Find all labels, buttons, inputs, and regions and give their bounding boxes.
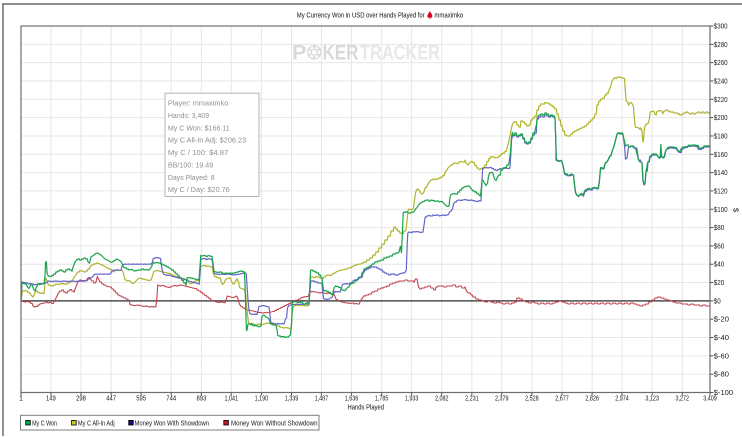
svg-text:KER: KER	[323, 41, 359, 65]
svg-text:1,190: 1,190	[255, 393, 269, 402]
svg-text:Player: mmaximko: Player: mmaximko	[168, 99, 228, 108]
svg-text:1,339: 1,339	[285, 393, 299, 402]
svg-text:1: 1	[19, 393, 23, 402]
svg-text:$100: $100	[714, 205, 728, 214]
svg-text:$180: $180	[714, 131, 728, 140]
svg-text:$40: $40	[714, 260, 725, 269]
svg-text:$280: $280	[714, 40, 728, 49]
svg-text:My C / 100: $4.87: My C / 100: $4.87	[168, 148, 228, 157]
svg-text:$200: $200	[714, 113, 728, 122]
svg-text:P: P	[292, 41, 307, 65]
svg-text:1,785: 1,785	[375, 393, 389, 402]
svg-text:298: 298	[76, 393, 86, 402]
svg-text:$20: $20	[714, 278, 725, 287]
svg-text:744: 744	[166, 393, 176, 402]
svg-text:TRACKER: TRACKER	[360, 41, 440, 65]
svg-text:My C All-In Adj: $206.23: My C All-In Adj: $206.23	[168, 136, 246, 145]
svg-text:My Currency Won in USD over Ha: My Currency Won in USD over Hands Played…	[297, 10, 425, 19]
svg-text:$220: $220	[714, 95, 728, 104]
svg-text:$-60: $-60	[714, 351, 729, 360]
svg-text:3,272: 3,272	[676, 393, 690, 402]
svg-text:Hands: 3,409: Hands: 3,409	[168, 111, 209, 120]
svg-text:2,379: 2,379	[495, 393, 509, 402]
svg-text:$-20: $-20	[714, 315, 729, 324]
svg-text:mmaximko: mmaximko	[434, 10, 463, 19]
svg-text:$60: $60	[714, 241, 725, 250]
svg-text:$300: $300	[714, 22, 728, 31]
svg-text:Money Won With Showdown: Money Won With Showdown	[135, 419, 210, 427]
svg-text:2,826: 2,826	[585, 393, 599, 402]
svg-text:3,409: 3,409	[703, 393, 717, 402]
svg-text:$160: $160	[714, 150, 728, 159]
svg-text:2,231: 2,231	[465, 393, 479, 402]
svg-text:3,123: 3,123	[645, 393, 659, 402]
svg-text:My C / Day: $20.76: My C / Day: $20.76	[168, 185, 230, 194]
svg-text:$-80: $-80	[714, 370, 729, 379]
svg-text:2,528: 2,528	[525, 393, 539, 402]
svg-text:Days Played: 8: Days Played: 8	[168, 173, 215, 182]
svg-text:Hands Played: Hands Played	[348, 403, 385, 412]
svg-text:447: 447	[106, 393, 116, 402]
svg-text:$-40: $-40	[714, 333, 729, 342]
svg-text:$0: $0	[714, 296, 721, 305]
svg-text:1,636: 1,636	[345, 393, 359, 402]
svg-text:My C Won: My C Won	[32, 419, 57, 427]
svg-text:1,487: 1,487	[315, 393, 329, 402]
svg-text:2,677: 2,677	[555, 393, 569, 402]
svg-text:595: 595	[136, 393, 146, 402]
svg-text:BB/100: 19.49: BB/100: 19.49	[168, 160, 213, 169]
svg-text:2,082: 2,082	[435, 393, 449, 402]
svg-text:$260: $260	[714, 58, 728, 67]
svg-text:893: 893	[196, 393, 206, 402]
svg-text:Money Won Without Showdown: Money Won Without Showdown	[231, 419, 318, 427]
svg-text:$240: $240	[714, 76, 728, 85]
svg-text:My C All-In Adj: My C All-In Adj	[78, 419, 115, 427]
svg-text:$120: $120	[714, 186, 728, 195]
svg-text:1,041: 1,041	[225, 393, 239, 402]
svg-text:2,974: 2,974	[615, 393, 629, 402]
svg-text:1,933: 1,933	[405, 393, 419, 402]
svg-text:$140: $140	[714, 168, 728, 177]
svg-text:149: 149	[46, 393, 56, 402]
svg-text:$80: $80	[714, 223, 725, 232]
svg-text:My C Won: $166.11: My C Won: $166.11	[168, 123, 230, 132]
